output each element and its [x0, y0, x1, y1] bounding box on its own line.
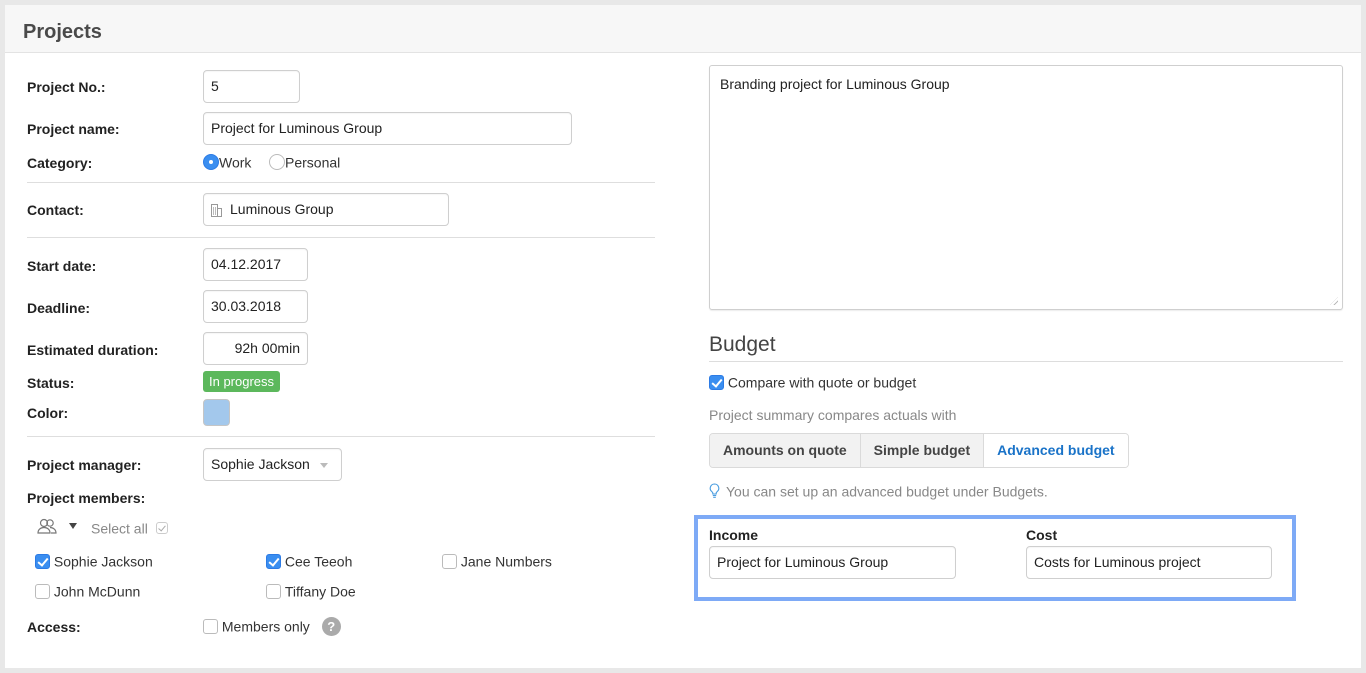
- member-group-picker[interactable]: [37, 517, 77, 534]
- members-only-checkbox[interactable]: [203, 619, 218, 634]
- chevron-down-icon: [319, 462, 328, 468]
- contact-value: Luminous Group: [230, 201, 334, 217]
- income-input[interactable]: Project for Luminous Group: [709, 546, 956, 579]
- member-item[interactable]: Jane Numbers: [442, 552, 552, 569]
- member-item[interactable]: Sophie Jackson: [35, 552, 153, 569]
- radio-work[interactable]: [203, 154, 219, 171]
- access-label: Access:: [27, 619, 81, 635]
- radio-personal[interactable]: [269, 154, 285, 171]
- select-all[interactable]: Select all: [91, 519, 168, 536]
- divider: [27, 436, 655, 437]
- mode-simple-budget[interactable]: Simple budget: [860, 434, 985, 467]
- mode-amounts-on-quote[interactable]: Amounts on quote: [710, 434, 861, 467]
- member-item[interactable]: John McDunn: [35, 582, 140, 599]
- budget-title: Budget: [709, 333, 776, 356]
- member-name: Cee Teeoh: [284, 553, 353, 570]
- member-checkbox[interactable]: [266, 553, 281, 569]
- compare-option[interactable]: Compare with quote or budget: [709, 373, 916, 390]
- divider: [27, 237, 655, 238]
- mode-advanced-budget[interactable]: Advanced budget: [984, 434, 1128, 467]
- projects-panel: Projects Project No.: 5 Project name: Pr…: [5, 5, 1361, 668]
- member-item[interactable]: Cee Teeoh: [266, 552, 352, 569]
- building-icon: [211, 203, 222, 217]
- resize-handle[interactable]: [1330, 297, 1338, 305]
- compare-checkbox[interactable]: [709, 374, 724, 390]
- description-textarea[interactable]: Branding project for Luminous Group: [709, 65, 1343, 310]
- cost-label: Cost: [1026, 527, 1058, 543]
- description-text: Branding project for Luminous Group: [720, 76, 950, 92]
- page-title: Projects: [23, 21, 102, 43]
- budget-hint: You can set up an advanced budget under …: [709, 482, 1048, 499]
- budget-divider: [709, 361, 1343, 362]
- project-no-input[interactable]: 5: [203, 70, 300, 103]
- color-label: Color:: [27, 405, 69, 421]
- project-manager-value: Sophie Jackson: [211, 456, 310, 472]
- deadline-label: Deadline:: [27, 300, 91, 316]
- summary-text: Project summary compares actuals with: [709, 407, 957, 423]
- start-date-input[interactable]: 04.12.2017: [203, 248, 308, 281]
- member-name: Tiffany Doe: [284, 583, 356, 600]
- compare-label: Compare with quote or budget: [727, 374, 917, 391]
- select-all-label: Select all: [91, 520, 148, 537]
- member-name: Jane Numbers: [460, 553, 552, 570]
- color-swatch[interactable]: [203, 399, 230, 426]
- status-label: Status:: [27, 375, 75, 391]
- project-manager-select[interactable]: Sophie Jackson: [203, 448, 342, 481]
- estimated-duration-input[interactable]: 92h 00min: [203, 332, 308, 365]
- project-no-label: Project No.:: [27, 79, 106, 95]
- members-only-label: Members only: [221, 618, 310, 635]
- deadline-input[interactable]: 30.03.2018: [203, 290, 308, 323]
- project-members-label: Project members:: [27, 490, 146, 506]
- category-label: Category:: [27, 155, 93, 171]
- member-checkbox[interactable]: [442, 553, 457, 569]
- budget-mode-selector: Amounts on quote Simple budget Advanced …: [709, 433, 1129, 468]
- caret-down-icon[interactable]: [68, 523, 77, 530]
- member-name: John McDunn: [53, 583, 141, 600]
- member-checkbox[interactable]: [35, 553, 50, 569]
- budget-hint-text: You can set up an advanced budget under …: [726, 483, 1048, 500]
- help-icon[interactable]: ?: [321, 617, 341, 636]
- start-date-label: Start date:: [27, 258, 97, 274]
- estimated-duration-label: Estimated duration:: [27, 342, 159, 358]
- contact-label: Contact:: [27, 202, 84, 218]
- lightbulb-icon: [709, 483, 720, 499]
- member-checkbox[interactable]: [266, 583, 281, 599]
- project-name-input[interactable]: Project for Luminous Group: [203, 112, 572, 145]
- cost-input[interactable]: Costs for Luminous project: [1026, 546, 1272, 579]
- panel-header: Projects: [5, 5, 1361, 53]
- income-label: Income: [709, 527, 759, 543]
- select-all-checkbox[interactable]: [155, 522, 168, 535]
- contact-input[interactable]: Luminous Group: [203, 193, 449, 226]
- project-manager-label: Project manager:: [27, 457, 142, 473]
- status-badge[interactable]: In progress: [203, 371, 281, 392]
- project-name-label: Project name:: [27, 121, 120, 137]
- member-name: Sophie Jackson: [53, 553, 153, 570]
- divider: [27, 182, 655, 183]
- member-item[interactable]: Tiffany Doe: [266, 582, 356, 599]
- category-radio-personal[interactable]: Personal: [269, 153, 341, 171]
- access-members-only[interactable]: Members only ?: [203, 617, 341, 636]
- radio-personal-label: Personal: [285, 154, 341, 171]
- member-checkbox[interactable]: [35, 583, 50, 599]
- category-radio-work[interactable]: Work: [203, 153, 252, 171]
- users-icon: [37, 518, 59, 534]
- radio-work-label: Work: [219, 154, 252, 171]
